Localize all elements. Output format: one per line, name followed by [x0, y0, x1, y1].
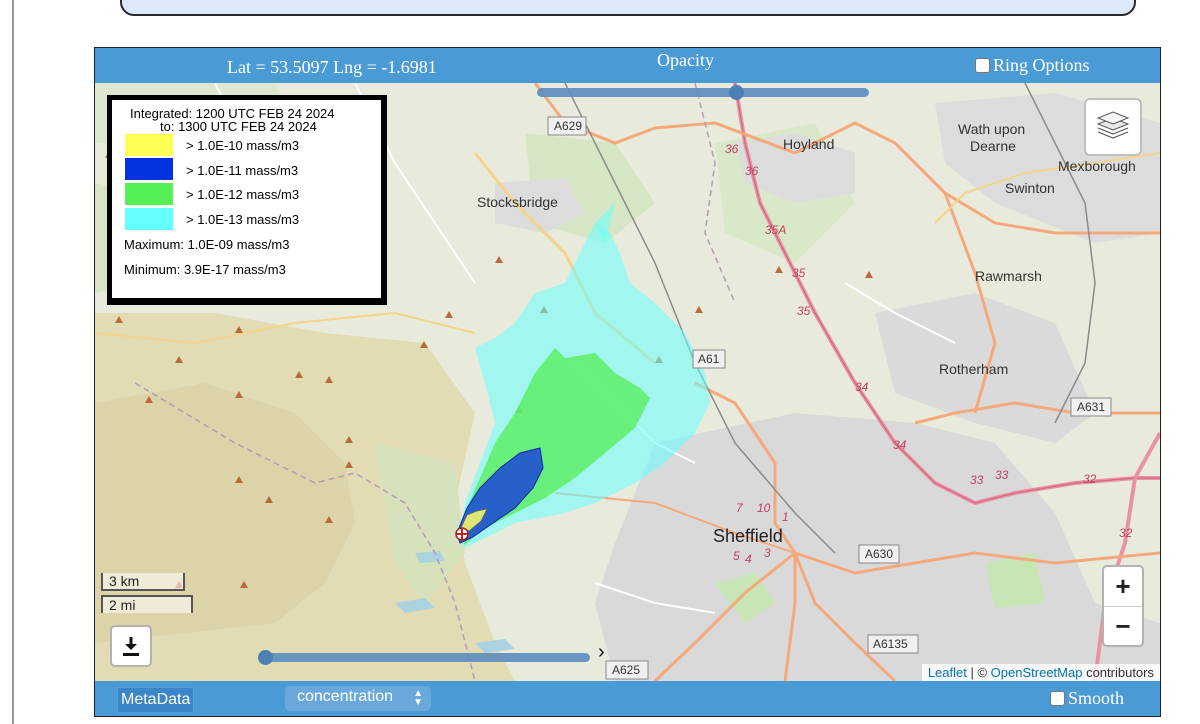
scale-mi: 2 mi [101, 595, 193, 613]
ring-options-checkbox[interactable] [975, 58, 990, 73]
attribution-separator: | © [966, 665, 991, 680]
place-sheffield: Sheffield [713, 526, 783, 546]
place-mexborough: Mexborough [1058, 158, 1136, 174]
time-slider-thumb[interactable] [258, 650, 273, 665]
legend-swatch [125, 134, 173, 156]
junction-label: 33 [970, 473, 984, 487]
junction-label: 35 [792, 266, 806, 280]
download-button[interactable] [110, 625, 152, 667]
map-view[interactable]: Hoyland Wath upon Dearne Mexborough Swin… [95, 83, 1160, 681]
junction-label: 32 [1083, 472, 1097, 486]
release-point-icon [455, 527, 469, 541]
metadata-button[interactable]: MetaData [117, 687, 195, 713]
zoom-in-button[interactable]: + [1104, 567, 1142, 607]
legend-item-label: > 1.0E-10 mass/m3 [186, 138, 300, 153]
latlng-readout: Lat = 53.5097 Lng = -1.6981 [227, 57, 437, 77]
legend-item-label: > 1.0E-13 mass/m3 [186, 212, 300, 227]
legend-swatch [125, 158, 173, 180]
page-left-rule [12, 0, 14, 724]
place-wath-1: Wath upon [958, 121, 1025, 137]
opacity-slider[interactable] [537, 88, 869, 97]
map-attribution: Leaflet | © OpenStreetMap contributors [921, 664, 1160, 681]
road-a629: A629 [554, 119, 582, 133]
junction-label: 32 [1119, 526, 1133, 540]
leaflet-link[interactable]: Leaflet [928, 665, 967, 680]
junction-label: 4 [745, 552, 752, 566]
place-rawmarsh: Rawmarsh [975, 268, 1042, 284]
junction-label: 36 [725, 142, 739, 156]
legend-item-label: > 1.0E-11 mass/m3 [186, 163, 299, 178]
junction-label: 33 [995, 468, 1009, 482]
concentration-legend: Integrated: 1200 UTC FEB 24 2024 to: 130… [107, 95, 387, 305]
junction-label: 34 [893, 438, 907, 452]
legend-minimum: Minimum: 3.9E-17 mass/m3 [124, 262, 286, 277]
field-select[interactable]: concentration ▲ ▼ [285, 686, 431, 711]
place-stocksbridge: Stocksbridge [477, 194, 558, 210]
legend-swatch [125, 183, 173, 205]
junction-label: 35 [797, 304, 811, 318]
road-a631: A631 [1077, 400, 1105, 414]
scale-km: 3 km [101, 573, 185, 591]
ring-options-label: Ring Options [993, 55, 1090, 75]
junction-label: 35A [765, 223, 786, 237]
junction-label: 5 [733, 549, 740, 563]
zoom-out-button[interactable]: − [1104, 607, 1142, 646]
map-footer-bar: MetaData concentration ▲ ▼ Smooth [95, 681, 1160, 716]
ring-options-toggle[interactable]: Ring Options [975, 55, 1090, 76]
osm-link[interactable]: OpenStreetMap [991, 665, 1083, 680]
legend-maximum: Maximum: 1.0E-09 mass/m3 [124, 237, 290, 252]
smooth-toggle[interactable]: Smooth [1050, 688, 1124, 709]
map-frame: Lat = 53.5097 Lng = -1.6981 Opacity Ring… [94, 47, 1161, 717]
road-a61: A61 [698, 352, 720, 366]
layers-control-button[interactable] [1084, 98, 1142, 156]
place-wath-2: Dearne [970, 138, 1016, 154]
smooth-checkbox[interactable] [1050, 691, 1065, 706]
map-header-bar: Lat = 53.5097 Lng = -1.6981 Opacity Ring… [95, 48, 1160, 83]
place-swinton: Swinton [1005, 180, 1055, 196]
junction-label: 10 [757, 501, 771, 515]
top-info-box [120, 0, 1136, 16]
opacity-label: Opacity [657, 50, 714, 70]
road-a625: A625 [612, 663, 640, 677]
place-hoyland: Hoyland [783, 136, 834, 152]
junction-label: 3 [764, 546, 771, 560]
field-select-value: concentration [297, 688, 394, 705]
chevron-right-icon[interactable]: › [598, 641, 605, 664]
time-slider[interactable] [260, 653, 590, 662]
legend-integrated-to: to: 1300 UTC FEB 24 2024 [160, 119, 317, 134]
junction-label: 34 [855, 380, 869, 394]
legend-item-label: > 1.0E-12 mass/m3 [186, 187, 300, 202]
road-a6135: A6135 [873, 637, 908, 651]
place-rotherham: Rotherham [939, 361, 1008, 377]
select-arrows-icon: ▲ ▼ [413, 688, 423, 708]
junction-label: 36 [745, 164, 759, 178]
layers-icon [1096, 111, 1130, 139]
road-a630: A630 [865, 547, 893, 561]
zoom-control: + − [1102, 565, 1144, 647]
download-icon [123, 637, 139, 656]
junction-label: 1 [782, 510, 789, 524]
attribution-contributors: contributors [1082, 665, 1154, 680]
legend-swatch [125, 208, 173, 230]
smooth-label: Smooth [1068, 688, 1125, 708]
